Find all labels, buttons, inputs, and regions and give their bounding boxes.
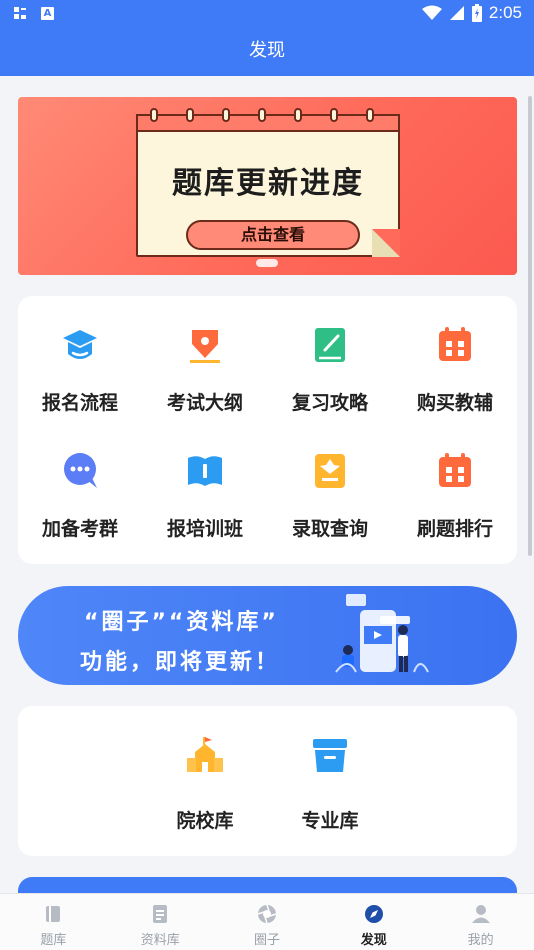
carousel-indicator[interactable]	[256, 259, 278, 267]
ring-icon	[186, 108, 194, 122]
promo-banner[interactable]: “圈子”“资料库” 功能，即将更新！	[18, 586, 517, 685]
promo-line-1: “圈子”“资料库”	[84, 610, 279, 635]
calendar-icon	[439, 453, 471, 487]
aperture-icon	[257, 904, 277, 924]
app-header: 发现	[0, 28, 534, 76]
banner-notepad: 题库更新进度 点击查看	[136, 108, 400, 257]
grid-item-registration[interactable]: 报名流程	[18, 296, 142, 416]
feature-grid: 报名流程 考试大纲 复习攻略 购买教辅 加备考群 报培训班 录取查询 刷题排行	[18, 296, 517, 564]
grid-item-strategy[interactable]: 复习攻略	[268, 296, 392, 416]
banner-carousel[interactable]: 题库更新进度 点击查看	[18, 97, 517, 275]
tab-library[interactable]: 资料库	[107, 894, 214, 950]
pen-nib-icon	[190, 330, 220, 363]
school-library-label: 院校库	[176, 810, 234, 832]
notebook-icon	[315, 328, 345, 362]
ring-icon	[366, 108, 374, 122]
chat-bubble-icon	[64, 453, 97, 488]
bottom-tab-bar: 题库 资料库 圈子 发现 我的	[0, 893, 534, 950]
grid-item-label: 报培训班	[166, 518, 243, 540]
grid-item-syllabus[interactable]: 考试大纲	[143, 296, 267, 416]
school-icon	[187, 737, 223, 772]
page-title: 发现	[249, 40, 285, 61]
major-library-label: 专业库	[301, 810, 359, 832]
library-card: 院校库 专业库	[18, 706, 517, 856]
tab-label: 资料库	[140, 933, 180, 948]
tab-discover[interactable]: 发现	[320, 894, 427, 950]
tab-question-bank[interactable]: 题库	[0, 894, 107, 950]
tab-mine[interactable]: 我的	[427, 894, 534, 950]
graduation-cap-icon	[63, 330, 97, 359]
battery-icon	[471, 4, 482, 22]
tab-label: 我的	[467, 933, 494, 948]
calendar-icon	[439, 327, 471, 361]
banner-view-button[interactable]: 点击查看	[186, 220, 360, 250]
grid-item-label: 录取查询	[291, 518, 368, 540]
grid-item-label: 考试大纲	[166, 392, 243, 414]
document-icon	[153, 905, 168, 923]
compass-icon	[364, 905, 383, 923]
ring-icon	[150, 108, 158, 122]
major-library-entry[interactable]: 专业库	[268, 706, 392, 856]
badge-icon	[315, 454, 345, 488]
school-library-entry[interactable]: 院校库	[143, 706, 267, 856]
grid-item-study-group[interactable]: 加备考群	[18, 422, 142, 542]
book-icon	[46, 906, 61, 922]
tab-label: 圈子	[253, 933, 280, 948]
ring-icon	[330, 108, 338, 122]
user-icon	[471, 905, 490, 923]
tab-label: 题库	[40, 933, 67, 948]
ring-icon	[222, 108, 230, 122]
grid-item-admission-query[interactable]: 录取查询	[268, 422, 392, 542]
grid-item-label: 刷题排行	[416, 518, 493, 540]
grid-item-label: 报名流程	[41, 392, 118, 414]
page-fold	[372, 229, 400, 257]
scrollbar[interactable]	[528, 96, 532, 556]
grid-item-label: 加备考群	[41, 518, 118, 540]
open-book-icon	[188, 456, 222, 486]
grid-item-buy-materials[interactable]: 购买教辅	[393, 296, 517, 416]
notepad-header	[136, 114, 400, 132]
status-time: 2:05	[488, 3, 522, 22]
tab-circle[interactable]: 圈子	[214, 894, 321, 950]
status-bar: A 2:05	[0, 0, 534, 28]
wifi-icon	[421, 5, 442, 20]
status-notifications: A	[14, 7, 54, 20]
a-notification-icon: A	[41, 7, 54, 20]
archive-box-icon	[313, 739, 347, 772]
grid-notification-icon	[14, 7, 27, 20]
grid-item-practice-ranking[interactable]: 刷题排行	[393, 422, 517, 542]
ring-icon	[258, 108, 266, 122]
promo-line-2: 功能，即将更新！	[80, 650, 281, 675]
tab-label: 发现	[360, 933, 387, 948]
status-indicators: 2:05	[421, 3, 522, 23]
grid-item-label: 购买教辅	[416, 392, 493, 414]
grid-item-training-class[interactable]: 报培训班	[143, 422, 267, 542]
banner-title: 题库更新进度	[172, 166, 364, 201]
phone-illustration-icon	[335, 594, 429, 673]
ring-icon	[294, 108, 302, 122]
grid-item-label: 复习攻略	[291, 392, 368, 414]
cell-signal-icon	[449, 6, 464, 20]
